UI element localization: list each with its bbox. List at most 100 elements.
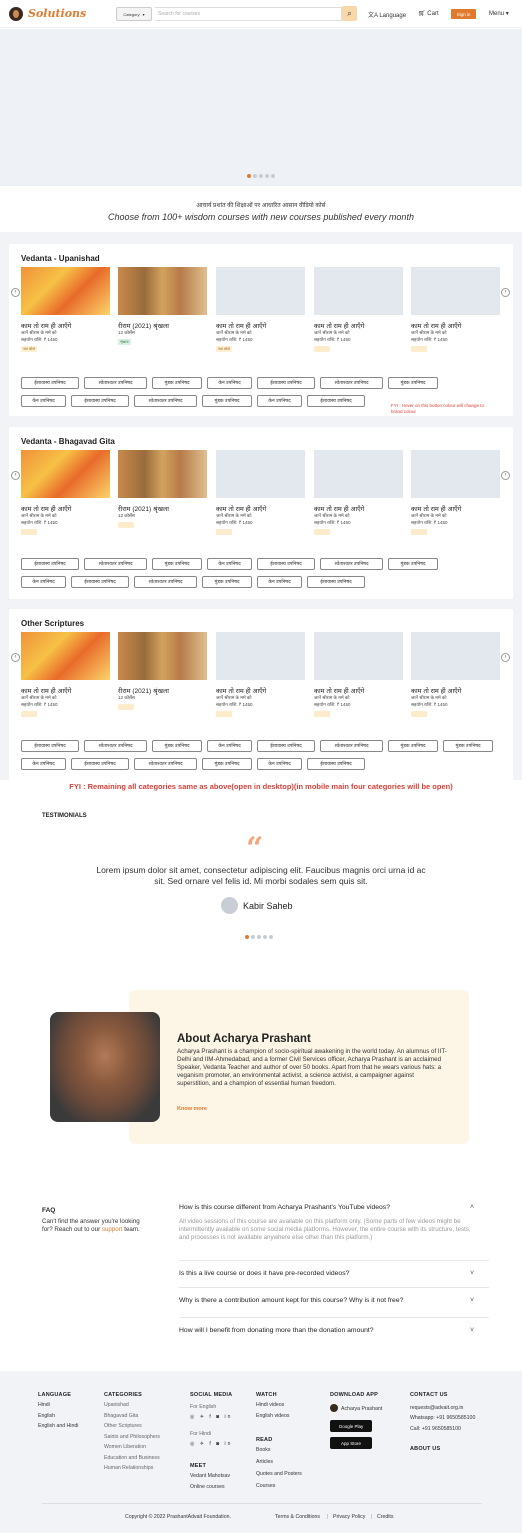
- category-pill-button[interactable]: ईशावास्य उपनिषद: [71, 576, 129, 588]
- category-pill-button[interactable]: केन उपनिषद: [21, 576, 66, 588]
- chevron-down-icon[interactable]: ˅: [470, 1270, 474, 1277]
- category-pill-button[interactable]: केन उपनिषद: [207, 377, 252, 389]
- google-play-button[interactable]: Google Play: [330, 1420, 372, 1432]
- footer-link[interactable]: Quotes and Posters: [256, 1471, 302, 1477]
- category-pill-button[interactable]: मुंडक उपनिषद: [202, 576, 252, 588]
- faq-question[interactable]: Is this a live course or does it have pr…: [179, 1270, 349, 1277]
- category-pill-button[interactable]: मुंडक उपनिषद: [388, 740, 438, 752]
- footer-link[interactable]: Courses: [256, 1483, 275, 1489]
- search-input[interactable]: Search for courses: [155, 7, 342, 21]
- course-thumbnail[interactable]: [216, 450, 305, 498]
- pagination-dot[interactable]: [271, 174, 275, 178]
- footer-link[interactable]: English videos: [256, 1413, 289, 1419]
- pagination-dot[interactable]: [257, 935, 261, 939]
- faq-question[interactable]: How is this course different from Achary…: [179, 1204, 390, 1211]
- footer-link[interactable]: Vedant Mahotsav: [190, 1473, 230, 1479]
- footer-link[interactable]: Other Scriptures: [104, 1423, 142, 1429]
- course-thumbnail[interactable]: [21, 632, 110, 680]
- course-title[interactable]: काम तो राम ही आएँगे: [21, 504, 71, 513]
- logo-text[interactable]: Solutions: [28, 7, 86, 20]
- category-pill-button[interactable]: ईशावास्य उपनिषद: [307, 576, 365, 588]
- course-thumbnail[interactable]: [118, 450, 207, 498]
- course-thumbnail[interactable]: [216, 267, 305, 315]
- pagination-dot[interactable]: [269, 935, 273, 939]
- category-pill-button[interactable]: मुंडक उपनिषद: [202, 395, 252, 407]
- privacy-link[interactable]: Privacy Policy: [333, 1514, 365, 1520]
- course-thumbnail[interactable]: [411, 632, 500, 680]
- course-thumbnail[interactable]: [118, 632, 207, 680]
- footer-link[interactable]: Upanishad: [104, 1402, 129, 1408]
- pagination-dot[interactable]: [245, 935, 249, 939]
- course-thumbnail[interactable]: [21, 267, 110, 315]
- category-pill-button[interactable]: मुंडक उपनिषद: [202, 758, 252, 770]
- chevron-up-icon[interactable]: ˄: [470, 1204, 474, 1211]
- menu-button[interactable]: Menu ▾: [489, 10, 509, 17]
- faq-question[interactable]: Why is there a contribution amount kept …: [179, 1297, 403, 1304]
- category-pill-button[interactable]: मुंडक उपनिषद: [152, 377, 202, 389]
- course-title[interactable]: काम तो राम ही आएँगे: [411, 504, 461, 513]
- chevron-left-icon[interactable]: ‹: [11, 288, 20, 297]
- language-button[interactable]: 文A Language: [368, 10, 406, 19]
- credits-link[interactable]: Credits: [377, 1514, 393, 1520]
- category-pill-button[interactable]: श्वेताश्वतर उपनिषद: [134, 758, 197, 770]
- course-title[interactable]: काम तो राम ही आएँगे: [216, 504, 266, 513]
- search-icon[interactable]: ⌕: [342, 6, 357, 21]
- category-pill-button[interactable]: मुंडक उपनिषद: [388, 558, 438, 570]
- category-dropdown[interactable]: Category ▾: [116, 7, 152, 21]
- course-thumbnail[interactable]: [216, 632, 305, 680]
- course-title[interactable]: काम तो राम ही आएँगे: [21, 686, 71, 695]
- category-pill-button[interactable]: केन उपनिषद: [21, 395, 66, 407]
- chevron-down-icon[interactable]: ˅: [470, 1297, 474, 1304]
- category-pill-button[interactable]: ईशावास्य उपनिषद: [71, 758, 129, 770]
- course-title[interactable]: रीराम (2021) श्रृंखला: [118, 686, 169, 695]
- course-thumbnail[interactable]: [314, 632, 403, 680]
- category-pill-button[interactable]: श्वेताश्वतर उपनिषद: [320, 740, 383, 752]
- course-title[interactable]: काम तो राम ही आएँगे: [314, 321, 364, 330]
- course-title[interactable]: काम तो राम ही आएँगे: [21, 321, 71, 330]
- chevron-right-icon[interactable]: ›: [501, 653, 510, 662]
- category-pill-button[interactable]: ईशावास्य उपनिषद: [21, 740, 79, 752]
- category-pill-button[interactable]: ईशावास्य उपनिषद: [257, 558, 315, 570]
- category-pill-button[interactable]: केन उपनिषद: [257, 395, 302, 407]
- course-thumbnail[interactable]: [411, 267, 500, 315]
- category-pill-button[interactable]: श्वेताश्वतर उपनिषद: [320, 558, 383, 570]
- course-title[interactable]: काम तो राम ही आएँगे: [314, 504, 364, 513]
- category-pill-button[interactable]: ईशावास्य उपनिषद: [307, 758, 365, 770]
- social-icons-hindi[interactable]: ◎ ✈ f ◙ in: [190, 1441, 232, 1447]
- footer-link[interactable]: English and Hindi: [38, 1423, 78, 1429]
- category-pill-button[interactable]: केन उपनिषद: [207, 740, 252, 752]
- category-pill-button[interactable]: मुंडक उपनिषद: [443, 740, 493, 752]
- know-more-link[interactable]: Know more: [177, 1106, 207, 1112]
- faq-question[interactable]: How will I benefit from donating more th…: [179, 1327, 374, 1334]
- category-pill-button[interactable]: ईशावास्य उपनिषद: [21, 558, 79, 570]
- footer-link[interactable]: Women Liberation: [104, 1444, 146, 1450]
- course-title[interactable]: रीराम (2021) श्रृंखला: [118, 321, 169, 330]
- pagination-dot[interactable]: [263, 935, 267, 939]
- app-store-button[interactable]: App Store: [330, 1437, 372, 1449]
- category-pill-button[interactable]: केन उपनिषद: [257, 758, 302, 770]
- category-pill-button[interactable]: ईशावास्य उपनिषद: [257, 377, 315, 389]
- category-pill-button[interactable]: ईशावास्य उपनिषद: [21, 377, 79, 389]
- course-thumbnail[interactable]: [411, 450, 500, 498]
- footer-link[interactable]: English: [38, 1413, 55, 1419]
- course-title[interactable]: काम तो राम ही आएँगे: [314, 686, 364, 695]
- pagination-dot[interactable]: [251, 935, 255, 939]
- category-pill-button[interactable]: मुंडक उपनिषद: [388, 377, 438, 389]
- category-pill-button[interactable]: ईशावास्य उपनिषद: [257, 740, 315, 752]
- pagination-dot[interactable]: [265, 174, 269, 178]
- footer-link[interactable]: Saints and Philosophers: [104, 1434, 160, 1440]
- contact-call[interactable]: Call: +91 9650585100: [410, 1426, 461, 1432]
- banner-pagination[interactable]: [247, 174, 275, 178]
- pagination-dot[interactable]: [247, 174, 251, 178]
- footer-link[interactable]: Human Relationships: [104, 1465, 153, 1471]
- course-title[interactable]: काम तो राम ही आएँगे: [216, 321, 266, 330]
- social-icons-english[interactable]: ◎ ✈ f ◙ in: [190, 1414, 232, 1420]
- about-us-link[interactable]: ABOUT US: [410, 1446, 440, 1452]
- category-pill-button[interactable]: श्वेताश्वतर उपनिषद: [134, 395, 197, 407]
- category-pill-button[interactable]: श्वेताश्वतर उपनिषद: [84, 558, 147, 570]
- sign-in-button[interactable]: Sign in: [451, 9, 476, 19]
- testimonial-pagination[interactable]: [245, 935, 273, 939]
- cart-button[interactable]: 🛒︎ Cart: [418, 10, 439, 17]
- category-pill-button[interactable]: मुंडक उपनिषद: [152, 740, 202, 752]
- course-title[interactable]: रीराम (2021) श्रृंखला: [118, 504, 169, 513]
